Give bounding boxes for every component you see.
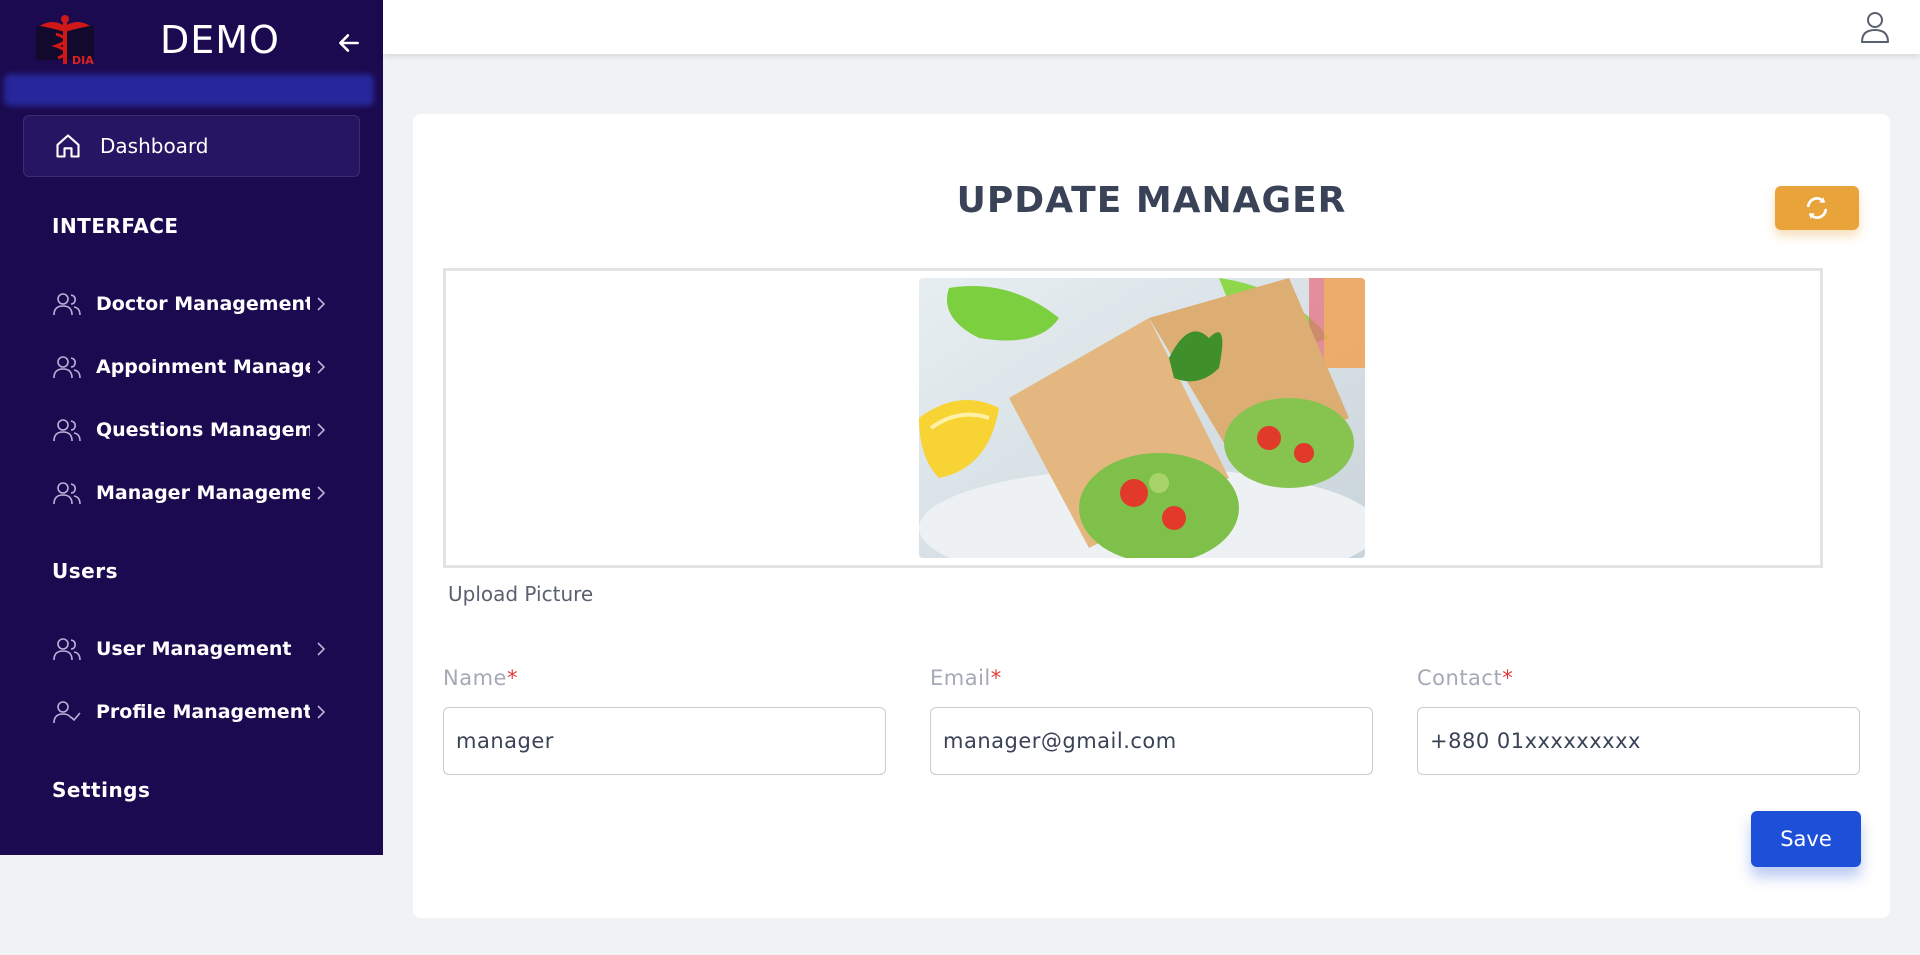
users-icon: [53, 419, 81, 442]
chevron-right-icon: [317, 423, 326, 437]
sidebar-item-label: Dashboard: [100, 134, 209, 158]
users-icon: [53, 638, 81, 661]
chevron-right-icon: [317, 297, 326, 311]
chevron-right-icon: [317, 642, 326, 656]
logo-text: DIA: [72, 54, 94, 66]
email-input[interactable]: [930, 707, 1373, 775]
picture-upload-box[interactable]: [443, 268, 1823, 568]
required-mark: *: [506, 666, 518, 690]
chevron-right-icon: [317, 360, 326, 374]
chevron-right-icon: [317, 486, 326, 500]
manager-picture-image: [919, 278, 1365, 558]
upload-picture-label[interactable]: Upload Picture: [448, 582, 593, 606]
users-icon: [53, 482, 81, 505]
section-title-interface: INTERFACE: [52, 214, 179, 238]
top-bar: [383, 0, 1920, 54]
caduceus-logo-icon: DIA: [36, 15, 94, 66]
arrow-left-icon[interactable]: [336, 30, 362, 56]
users-icon: [53, 356, 81, 379]
sidebar-item-dashboard[interactable]: Dashboard: [23, 115, 360, 177]
blurred-bar: [4, 74, 374, 106]
user-account-icon[interactable]: [1858, 10, 1892, 44]
contact-label-text: Contact: [1417, 666, 1503, 690]
user-check-icon: [53, 701, 81, 724]
contact-input[interactable]: [1417, 707, 1860, 775]
page-title: UPDATE MANAGER: [956, 180, 1347, 221]
refresh-button[interactable]: [1775, 186, 1859, 230]
sidebar-item-label: User Management: [96, 638, 292, 660]
update-manager-card: UPDATE MANAGER Upload Picture Name* mana…: [413, 114, 1890, 918]
sidebar-item-questions-management[interactable]: Questions Managemer: [52, 410, 328, 450]
save-button[interactable]: Save: [1751, 811, 1861, 867]
chevron-right-icon: [317, 705, 326, 719]
section-title-users: Users: [52, 559, 118, 583]
sidebar-item-appointment-management[interactable]: Appoinment Managem: [52, 347, 328, 387]
name-label: Name*: [443, 666, 518, 690]
email-label-text: Email: [930, 666, 991, 690]
sidebar-item-doctor-management[interactable]: Doctor Management: [52, 284, 328, 324]
sidebar-item-user-management[interactable]: User Management: [52, 629, 328, 669]
sidebar-item-label: Manager Management: [96, 482, 310, 504]
sidebar-item-label: Doctor Management: [96, 293, 310, 315]
name-label-text: Name: [443, 666, 507, 690]
contact-label: Contact*: [1417, 666, 1513, 690]
sidebar-item-label: Appoinment Managem: [96, 356, 310, 378]
brand-name: DEMO: [160, 18, 280, 62]
email-label: Email*: [930, 666, 1002, 690]
home-icon: [56, 134, 80, 158]
sidebar-item-label: Questions Managemer: [96, 419, 310, 441]
section-title-settings: Settings: [52, 778, 151, 802]
users-icon: [53, 293, 81, 316]
sidebar: DIA DEMO Dashboard INTERFACE Doctor Mana…: [0, 0, 383, 855]
required-mark: *: [990, 666, 1002, 690]
sidebar-item-profile-management[interactable]: Profile Management: [52, 692, 328, 732]
sidebar-item-label: Profile Management: [96, 701, 310, 723]
required-mark: *: [1502, 666, 1514, 690]
sidebar-item-manager-management[interactable]: Manager Management: [52, 473, 328, 513]
refresh-icon: [1806, 197, 1828, 219]
name-input[interactable]: [443, 707, 886, 775]
brand-header: DIA DEMO: [0, 0, 383, 80]
